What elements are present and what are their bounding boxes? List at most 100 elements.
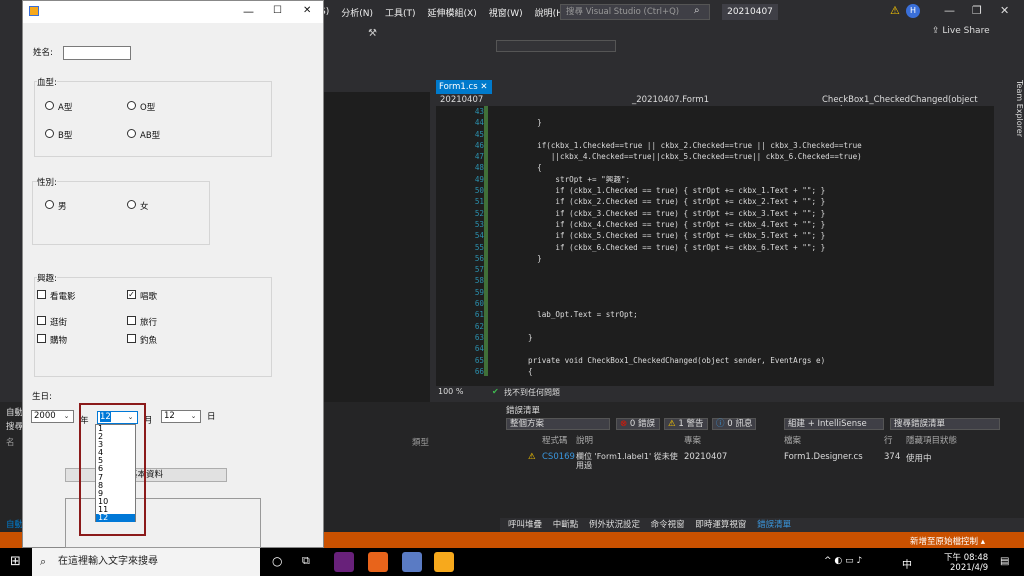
col-file[interactable]: 檔案 — [784, 434, 801, 446]
code-editor[interactable]: 43 44 45 46 47 48 49 50 51 52 53 54 55 56 57 58 59 60 61 62… — [436, 106, 1006, 386]
team-explorer-tab[interactable]: Team Explorer — [1010, 80, 1024, 140]
form-minimize-icon[interactable]: — — [243, 5, 254, 18]
code-line[interactable] — [528, 275, 998, 286]
autos-tab[interactable]: 自動 — [6, 518, 23, 530]
code-line[interactable]: if (ckbx_3.Checked == true) { strOpt += … — [528, 208, 998, 219]
code-line[interactable]: { — [528, 162, 998, 173]
code-line[interactable] — [528, 264, 998, 275]
visual-studio-icon[interactable] — [334, 552, 354, 572]
code-text[interactable]: } if(ckbx_1.Checked==true || ckbx_2.Chec… — [528, 106, 998, 377]
code-line[interactable] — [528, 106, 998, 117]
tab-error-list[interactable]: 錯誤清單 — [757, 520, 791, 530]
code-line[interactable]: lab_Opt.Text = strOpt; — [528, 309, 998, 320]
errors-filter[interactable]: ⊗ 0 錯誤 — [616, 418, 660, 430]
error-code-link[interactable]: CS0169 — [542, 452, 575, 462]
code-line[interactable]: if (ckbx_6.Checked == true) { strOpt += … — [528, 242, 998, 253]
clock-date[interactable]: 2021/4/9 — [950, 563, 988, 573]
toolbar-combo[interactable] — [496, 40, 616, 52]
code-line[interactable]: } — [528, 117, 998, 128]
col-code[interactable]: 程式碼 — [542, 434, 568, 446]
app-icon[interactable] — [402, 552, 422, 572]
col-state[interactable]: 隱藏項目狀態 — [906, 434, 957, 446]
code-line[interactable]: strOpt += "興趣"; — [528, 174, 998, 185]
messages-filter[interactable]: ⓘ 0 訊息 — [712, 418, 756, 430]
chevron-down-icon[interactable]: ⌄ — [61, 411, 72, 422]
error-search-input[interactable]: 搜尋錯誤清單 — [890, 418, 1000, 430]
checkbox-fishing[interactable] — [127, 334, 136, 343]
form-maximize-icon[interactable]: ☐ — [273, 5, 282, 16]
winform-app-icon[interactable] — [434, 552, 454, 572]
code-line[interactable] — [528, 343, 998, 354]
code-line[interactable]: private void CheckBox1_CheckedChanged(ob… — [528, 355, 998, 366]
checkbox-shopping[interactable] — [37, 334, 46, 343]
code-line[interactable] — [528, 298, 998, 309]
checkbox-shop-street[interactable] — [37, 316, 46, 325]
cortana-icon[interactable]: ○ — [272, 554, 282, 568]
checkbox-travel[interactable] — [127, 316, 136, 325]
warnings-filter[interactable]: ⚠ 1 警告 — [664, 418, 708, 430]
source-control-button[interactable]: 新增至原始檔控制 ▴ — [910, 535, 985, 547]
col-line[interactable]: 行 — [884, 434, 893, 446]
zoom-level[interactable]: 100 % — [438, 387, 463, 396]
year-select[interactable]: 2000 ⌄ — [31, 410, 74, 423]
tab-immediate-window[interactable]: 即時運算視窗 — [695, 520, 746, 530]
notification-center-icon[interactable]: ▤ — [1000, 556, 1009, 567]
clock-time[interactable]: 下午 08:48 — [944, 551, 988, 563]
code-line[interactable]: } — [528, 332, 998, 343]
menu-window[interactable]: 視窗(W) — [489, 6, 523, 19]
code-line[interactable] — [528, 321, 998, 332]
code-line[interactable]: { — [528, 366, 998, 377]
code-line[interactable]: ||ckbx_4.Checked==true||ckbx_5.Checked==… — [528, 151, 998, 162]
code-line[interactable]: if (ckbx_4.Checked == true) { strOpt += … — [528, 219, 998, 230]
notification-icon[interactable]: ⚠ — [890, 4, 900, 17]
task-view-icon[interactable]: ⧉ — [302, 554, 310, 568]
checkbox-movie[interactable] — [37, 290, 46, 299]
code-line[interactable]: if(ckbx_1.Checked==true || ckbx_2.Checke… — [528, 140, 998, 151]
menu-extensions[interactable]: 延伸模組(X) — [428, 6, 477, 19]
code-line[interactable]: if (ckbx_2.Checked == true) { strOpt += … — [528, 196, 998, 207]
chevron-down-icon[interactable]: ⌄ — [188, 411, 199, 422]
radio-female[interactable] — [127, 200, 136, 209]
col-desc[interactable]: 說明 — [576, 434, 593, 446]
panel-search[interactable]: 搜尋 — [6, 420, 23, 432]
day-select[interactable]: 12 ⌄ — [161, 410, 201, 423]
code-line[interactable] — [528, 287, 998, 298]
code-line[interactable]: if (ckbx_1.Checked == true) { strOpt += … — [528, 185, 998, 196]
name-input[interactable] — [63, 46, 131, 60]
tab-form1-cs[interactable]: Form1.cs ✕ — [436, 80, 492, 94]
menu-analyze[interactable]: 分析(N) — [341, 6, 373, 19]
windows-start-icon[interactable]: ⊞ — [10, 554, 21, 569]
tray-icons[interactable]: ^ ◐ ▭ ♪ — [824, 556, 862, 566]
radio-a[interactable] — [45, 101, 54, 110]
avatar[interactable]: H — [906, 4, 920, 18]
xampp-icon[interactable] — [368, 552, 388, 572]
menu-tools[interactable]: 工具(T) — [385, 6, 416, 19]
close-icon[interactable]: ✕ — [1000, 4, 1009, 17]
tab-command-window[interactable]: 命令視窗 — [651, 520, 685, 530]
form-close-icon[interactable]: ✕ — [303, 5, 311, 16]
code-line[interactable]: if (ckbx_5.Checked == true) { strOpt += … — [528, 230, 998, 241]
radio-b[interactable] — [45, 129, 54, 138]
col-project[interactable]: 專案 — [684, 434, 701, 446]
scope-select[interactable]: 整個方案 — [506, 418, 610, 430]
radio-o[interactable] — [127, 101, 136, 110]
tab-exception-settings[interactable]: 例外狀況設定 — [589, 520, 640, 530]
taskbar-search-input[interactable]: 在這裡輸入文字來搜尋 — [32, 548, 260, 576]
vs-search-input[interactable]: 搜尋 Visual Studio (Ctrl+Q) — [560, 4, 710, 20]
editor-scrollbar[interactable] — [994, 106, 1006, 386]
restore-icon[interactable]: ❐ — [972, 4, 982, 17]
build-filter-select[interactable]: 組建 + IntelliSense — [784, 418, 884, 430]
table-row[interactable]: ⚠ CS0169 欄位 'Form1.label1' 從未使用過 2021040… — [500, 452, 1024, 472]
toolbar-icon[interactable]: ⚒ — [368, 28, 377, 39]
nav-project[interactable]: 20210407 — [440, 95, 483, 105]
tab-call-stack[interactable]: 呼叫堆疊 — [508, 520, 542, 530]
code-line[interactable]: } — [528, 253, 998, 264]
checkbox-sing[interactable]: ✓ — [127, 290, 136, 299]
minimize-icon[interactable]: — — [944, 4, 955, 17]
search-icon[interactable]: ⌕ — [694, 5, 700, 16]
radio-ab[interactable] — [127, 129, 136, 138]
tab-breakpoints[interactable]: 中斷點 — [553, 520, 579, 530]
live-share-button[interactable]: ⇪ Live Share — [932, 26, 990, 36]
radio-male[interactable] — [45, 200, 54, 209]
code-line[interactable] — [528, 129, 998, 140]
